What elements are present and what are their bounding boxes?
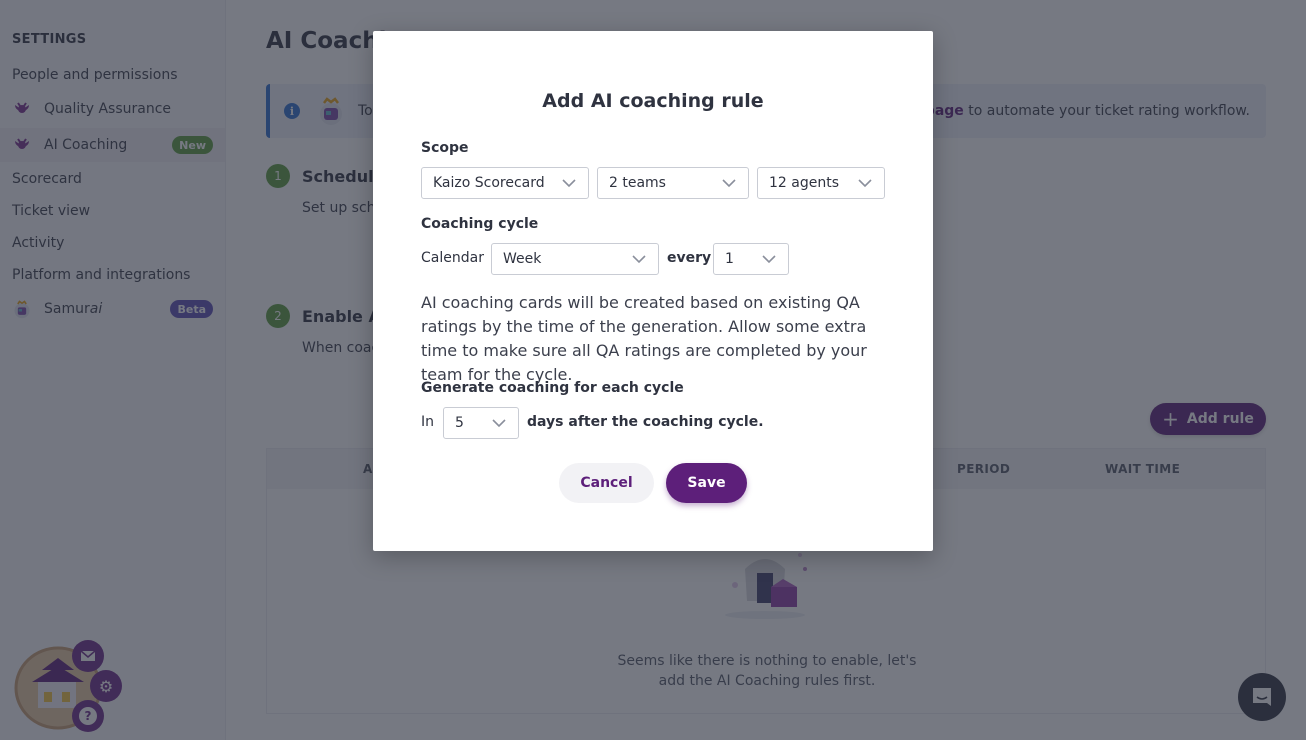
coaching-cycle-label: Coaching cycle [421, 216, 539, 232]
every-label: every [667, 250, 712, 266]
cancel-button[interactable]: Cancel [559, 463, 654, 503]
chevron-down-icon [492, 419, 506, 428]
save-button[interactable]: Save [666, 463, 747, 503]
chevron-down-icon [722, 179, 736, 188]
calendar-label: Calendar [421, 250, 484, 266]
chevron-down-icon [632, 255, 646, 264]
in-label: In [421, 414, 435, 430]
chevron-down-icon [562, 179, 576, 188]
days-select[interactable]: 5 [443, 407, 519, 439]
scorecard-select[interactable]: Kaizo Scorecard [421, 167, 589, 199]
add-ai-coaching-rule-dialog: Add AI coaching rule Scope Kaizo Scoreca… [373, 31, 933, 551]
days-suffix-label: days after the coaching cycle. [527, 414, 764, 430]
dialog-title: Add AI coaching rule [542, 90, 764, 112]
generate-coaching-label: Generate coaching for each cycle [421, 380, 684, 396]
coaching-info-text: AI coaching cards will be created based … [421, 293, 867, 384]
calendar-period-select[interactable]: Week [491, 243, 659, 275]
chevron-down-icon [762, 255, 776, 264]
agents-select[interactable]: 12 agents [757, 167, 885, 199]
every-count-select[interactable]: 1 [713, 243, 789, 275]
scope-label: Scope [421, 140, 469, 156]
chevron-down-icon [858, 179, 872, 188]
teams-select[interactable]: 2 teams [597, 167, 749, 199]
